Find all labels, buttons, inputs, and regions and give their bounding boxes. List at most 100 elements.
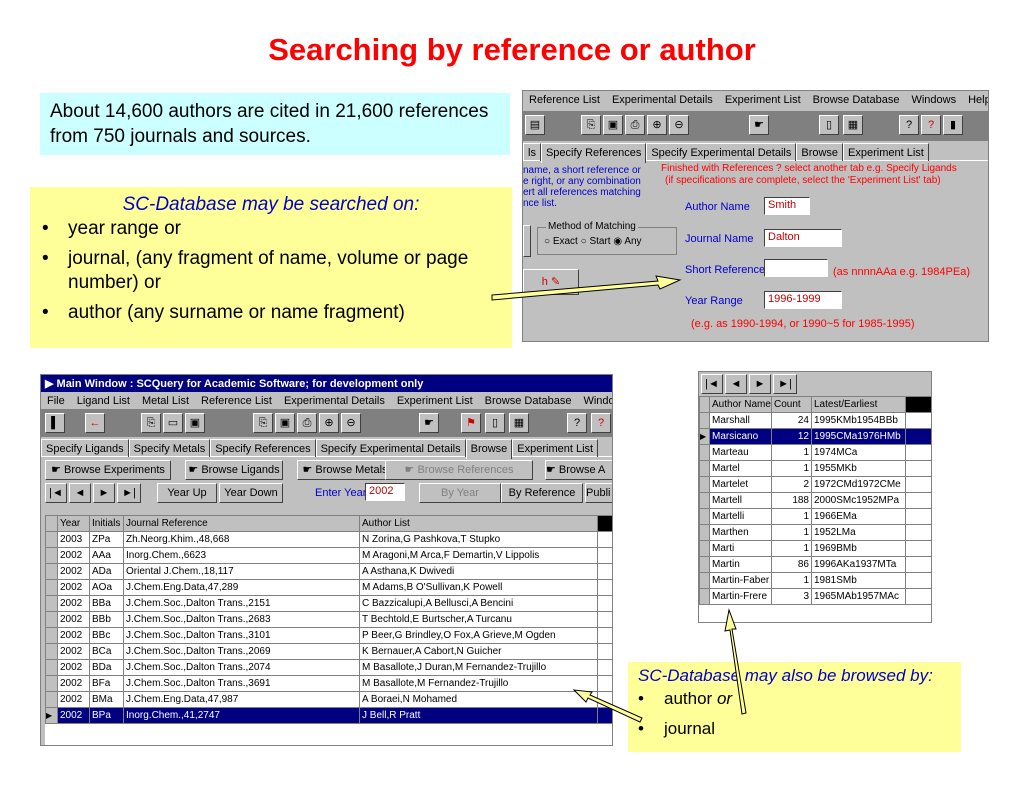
author-row[interactable]: Martelli 1 1966EMa xyxy=(699,508,931,525)
author-row[interactable]: Martel 1 1955MKb xyxy=(699,460,931,477)
copy-icon[interactable]: ⎘ xyxy=(141,413,161,433)
open-folder-icon[interactable]: ▭ xyxy=(163,413,183,433)
author-row[interactable]: Martell 188 2000SMc1952MPa xyxy=(699,492,931,509)
menu-ligand-list[interactable]: Ligand List xyxy=(71,392,136,407)
previous-author-button[interactable]: ◄ xyxy=(725,374,747,394)
context-help-icon[interactable]: ? xyxy=(567,413,587,433)
column-journal-reference[interactable]: Journal Reference xyxy=(123,515,360,532)
table-row[interactable]: 2002 BBc J.Chem.Soc.,Dalton Trans.,3101 P B… xyxy=(45,627,612,644)
calculator-icon[interactable]: ▦ xyxy=(843,115,863,135)
next-author-button[interactable]: ► xyxy=(749,374,771,394)
tab-ligands[interactable]: ls xyxy=(523,143,541,161)
column-author-name[interactable]: Author Name xyxy=(709,396,772,413)
tab-specify-experimental-details[interactable]: Specify Experimental Details xyxy=(315,439,466,457)
first-author-button[interactable]: |◄ xyxy=(701,374,723,394)
export-icon[interactable]: ☛ xyxy=(749,115,769,135)
browse-experiments-button[interactable]: ☛ Browse Experiments xyxy=(45,460,171,480)
tab-experiment-list[interactable]: Experiment List xyxy=(843,143,929,161)
table-row[interactable]: 2002 BFa J.Chem.Soc.,Dalton Trans.,3691 M B… xyxy=(45,675,612,692)
author-row[interactable]: Martin-Frere 3 1965MAb1957MAc xyxy=(699,588,931,605)
tab-browse[interactable]: Browse xyxy=(465,439,513,459)
year-up-button[interactable]: Year Up xyxy=(157,483,217,503)
back-arrow-icon[interactable]: ← xyxy=(85,413,105,433)
tab-specify-ligands[interactable]: Specify Ligands xyxy=(41,439,129,457)
next-record-button[interactable]: ► xyxy=(93,483,115,503)
menu-windows[interactable]: Windows xyxy=(905,91,962,106)
first-record-button[interactable]: |◄ xyxy=(45,483,67,503)
table-row[interactable]: ▶ 2002 BPa Inorg.Chem.,41,2747 J Bell,R Prat… xyxy=(45,707,612,724)
journal-name-field[interactable]: Dalton xyxy=(764,229,842,247)
table-row[interactable]: 2002 AAa Inorg.Chem.,6623 M Aragoni,M Arca,… xyxy=(45,547,612,564)
table-row[interactable]: 2002 BBa J.Chem.Soc.,Dalton Trans.,2151 C B… xyxy=(45,595,612,612)
tab-browse[interactable]: Browse xyxy=(796,143,844,161)
export-icon[interactable]: ☛ xyxy=(419,413,439,433)
save-icon[interactable]: ▣ xyxy=(603,115,623,135)
year-range-field[interactable]: 1996-1999 xyxy=(764,291,842,309)
tab-experiment-list[interactable]: Experiment List xyxy=(512,439,599,457)
author-row[interactable]: Marshall 24 1995KMb1954BBb xyxy=(699,412,931,429)
table-row[interactable]: 2002 BCa J.Chem.Soc.,Dalton Trans.,2069 K B… xyxy=(45,643,612,660)
by-reference-button[interactable]: By Reference xyxy=(501,483,583,503)
browse-metals-button[interactable]: ☛ Browse Metals xyxy=(297,460,393,480)
clipboard-icon[interactable]: ▯ xyxy=(485,413,505,433)
help-icon[interactable]: ? xyxy=(591,413,611,433)
tab-specify-experimental-details[interactable]: Specify Experimental Details xyxy=(646,143,797,161)
calculator-icon[interactable]: ▦ xyxy=(509,413,529,433)
browse-ligands-button[interactable]: ☛ Browse Ligands xyxy=(185,460,283,480)
table-row[interactable]: 2002 BBb J.Chem.Soc.,Dalton Trans.,2683 T B… xyxy=(45,611,612,628)
author-row[interactable]: Marthen 1 1952LMa xyxy=(699,524,931,541)
author-row[interactable]: Martelet 2 1972CMd1972CMe xyxy=(699,476,931,493)
tab-specify-references[interactable]: Specify References xyxy=(210,439,316,457)
table-row[interactable]: 2002 AOa J.Chem.Eng.Data,47,289 M Adams,B O… xyxy=(45,579,612,596)
column-latest-earliest[interactable]: Latest/Earliest xyxy=(811,396,906,413)
zoom-in-icon[interactable]: ⊕ xyxy=(319,413,339,433)
author-name-field[interactable]: Smith xyxy=(764,197,810,215)
zoom-out-icon[interactable]: ⊖ xyxy=(341,413,361,433)
chart-icon[interactable]: ▮ xyxy=(943,115,963,135)
column-initials[interactable]: Initials xyxy=(89,515,124,532)
menu-reference-list[interactable]: Reference List xyxy=(523,91,606,106)
short-reference-field[interactable] xyxy=(764,259,828,277)
menu-experiment-list[interactable]: Experiment List xyxy=(719,91,807,106)
radio-any[interactable]: ◉ Any xyxy=(613,236,641,247)
menu-experiment-list[interactable]: Experiment List xyxy=(391,392,479,407)
column-count[interactable]: Count xyxy=(771,396,812,413)
author-row[interactable]: Martin-Faber 1 1981SMb xyxy=(699,572,931,589)
tab-specify-metals[interactable]: Specify Metals xyxy=(128,439,211,457)
radio-start[interactable]: ○ Start xyxy=(581,236,611,247)
author-row[interactable]: ▶ Marsicano 12 1995CMa1976HMb xyxy=(699,428,931,445)
menu-browse-database[interactable]: Browse Database xyxy=(479,392,578,407)
toolbar-icon[interactable]: ▤ xyxy=(525,115,545,135)
menu-reference-list[interactable]: Reference List xyxy=(195,392,278,407)
menu-metal-list[interactable]: Metal List xyxy=(136,392,195,407)
menu-windows[interactable]: Windows xyxy=(577,392,612,407)
author-row[interactable]: Marteau 1 1974MCa xyxy=(699,444,931,461)
save-icon[interactable]: ▣ xyxy=(275,413,295,433)
table-row[interactable]: 2003 ZPa Zh.Neorg.Khim.,48,668 N Zorina,G P… xyxy=(45,531,612,548)
enter-year-field[interactable]: 2002 xyxy=(365,483,405,501)
flag-icon[interactable]: ⚑ xyxy=(461,413,481,433)
author-row[interactable]: Marti 1 1969BMb xyxy=(699,540,931,557)
table-row[interactable]: 2002 BDa J.Chem.Soc.,Dalton Trans.,2074 M B… xyxy=(45,659,612,676)
browse-authors-button[interactable]: ☛ Browse A xyxy=(545,460,612,480)
radio-exact[interactable]: ○ Exact xyxy=(544,236,578,247)
help-icon[interactable]: ? xyxy=(921,115,941,135)
save-icon[interactable]: ▣ xyxy=(185,413,205,433)
tab-specify-references[interactable]: Specify References xyxy=(540,143,647,163)
column-year[interactable]: Year xyxy=(57,515,90,532)
menu-file[interactable]: File xyxy=(41,392,71,407)
menu-help[interactable]: Help xyxy=(962,91,988,106)
menu-experimental-details[interactable]: Experimental Details xyxy=(278,392,391,407)
by-year-button[interactable]: By Year xyxy=(419,483,501,503)
clipboard-icon[interactable]: ▯ xyxy=(819,115,839,135)
context-help-icon[interactable]: ? xyxy=(899,115,919,135)
zoom-out-icon[interactable]: ⊖ xyxy=(669,115,689,135)
column-author-list[interactable]: Author List xyxy=(359,515,598,532)
print-icon[interactable]: ⎙ xyxy=(297,413,317,433)
table-row[interactable]: 2002 BMa J.Chem.Eng.Data,47,987 A Boraei,N … xyxy=(45,691,612,708)
menu-browse-database[interactable]: Browse Database xyxy=(807,91,906,106)
by-publication-button[interactable]: Publi xyxy=(585,483,612,503)
table-row[interactable]: 2002 ADa Oriental J.Chem.,18,117 A Asthana,… xyxy=(45,563,612,580)
last-record-button[interactable]: ►| xyxy=(117,483,141,503)
menu-experimental-details[interactable]: Experimental Details xyxy=(606,91,719,106)
